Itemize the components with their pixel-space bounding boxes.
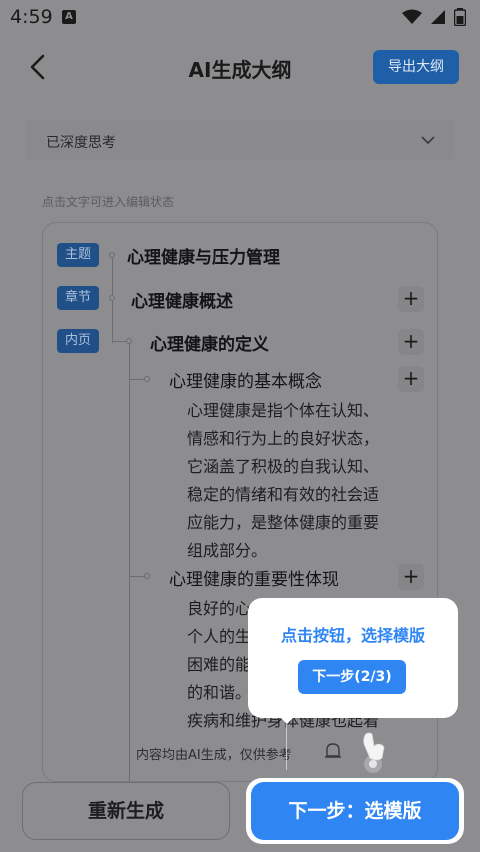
tooltip-pointer-line	[286, 724, 287, 770]
tooltip-arrow	[279, 716, 295, 724]
page-badge: 内页	[57, 329, 99, 353]
next-select-template-button[interactable]: 下一步：选模版	[251, 782, 459, 840]
chevron-down-icon	[421, 136, 435, 145]
app-notification-icon: A	[62, 10, 76, 24]
tree-dot	[109, 252, 115, 258]
regenerate-button[interactable]: 重新生成	[22, 782, 230, 840]
outline-point-title[interactable]: 心理健康的重要性体现	[169, 565, 339, 590]
tree-line	[129, 576, 145, 577]
bell-icon[interactable]	[322, 740, 344, 762]
deep-thinking-toggle[interactable]: 已深度思考	[26, 120, 454, 160]
tree-dot	[109, 295, 115, 301]
add-page-icon[interactable]: +	[398, 329, 424, 355]
tree-dot	[144, 376, 150, 382]
tooltip-next-step-button[interactable]: 下一步(2/3)	[298, 660, 406, 694]
add-chapter-icon[interactable]: +	[398, 286, 424, 312]
tap-hand-icon	[363, 732, 385, 773]
outline-chapter[interactable]: 心理健康概述	[131, 287, 233, 312]
outline-point-title[interactable]: 心理健康的基本概念	[169, 367, 322, 392]
guide-tooltip: 点击按钮，选择模版 下一步(2/3)	[248, 598, 458, 718]
battery-icon	[454, 8, 466, 26]
chapter-badge: 章节	[57, 286, 99, 310]
status-time: 4:59	[10, 6, 53, 28]
wifi-icon	[402, 9, 422, 24]
status-bar: 4:59 A	[0, 0, 480, 36]
outline-point-body[interactable]: 心理健康是指个体在认知、 情感和行为上的良好状态， 它涵盖了积极的自我认知、 稳…	[187, 397, 379, 565]
status-icons	[402, 8, 466, 26]
deep-thinking-label: 已深度思考	[46, 135, 116, 151]
outline-topic[interactable]: 心理健康与压力管理	[127, 243, 280, 268]
tooltip-message: 点击按钮，选择模版	[280, 626, 425, 645]
tree-dot	[126, 338, 132, 344]
export-outline-button[interactable]: 导出大纲	[373, 50, 459, 84]
ai-disclaimer: 内容均由AI生成，仅供参考	[136, 748, 292, 763]
tree-line	[129, 379, 145, 380]
edit-hint: 点击文字可进入编辑状态	[42, 195, 175, 209]
outline-page[interactable]: 心理健康的定义	[150, 330, 269, 355]
topic-badge: 主题	[57, 243, 99, 267]
next-button-highlight: 下一步：选模版	[246, 778, 464, 844]
tree-dot	[144, 573, 150, 579]
add-point-icon[interactable]: +	[398, 366, 424, 392]
add-point-icon[interactable]: +	[398, 564, 424, 590]
tree-line	[129, 341, 130, 781]
signal-icon	[431, 10, 445, 24]
